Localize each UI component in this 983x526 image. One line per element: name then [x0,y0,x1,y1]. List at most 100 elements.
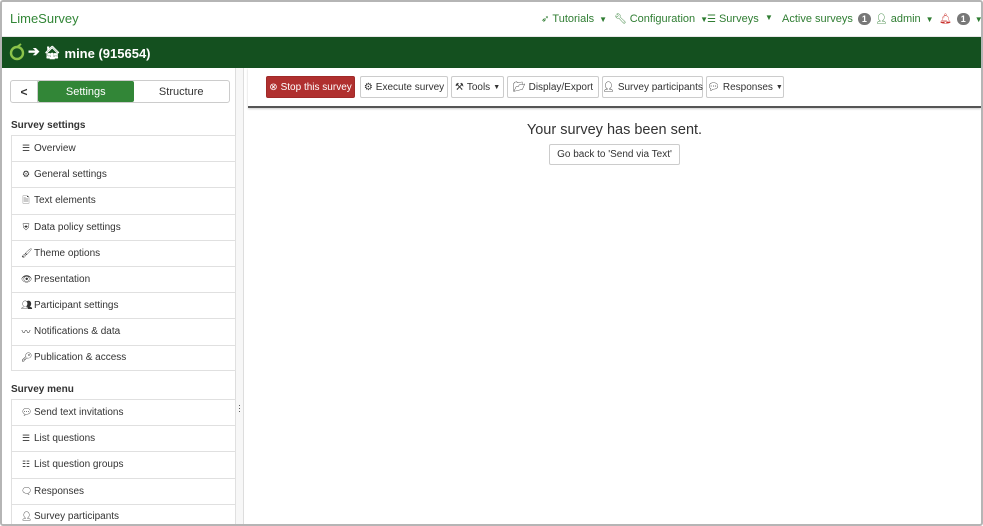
user-icon: 👤︎ [602,81,615,93]
gears-icon: ⚙ [21,169,31,180]
sidebar-item-publication-access[interactable]: 🔑︎ Publication & access [11,344,236,371]
sidebar-item-participant-settings[interactable]: 👥︎ Participant settings [11,292,236,319]
sidebar-item-survey-participants[interactable]: 👤︎ Survey participants [11,503,236,524]
survey-participants-button[interactable]: 👤︎ Survey participants [602,76,703,98]
nav-tutorials[interactable]: ➶ Tutorials ▼ [541,13,607,25]
brand-logo-text[interactable]: LimeSurvey [10,11,79,26]
tab-structure[interactable]: Structure [134,81,230,102]
sidebar-item-label: Theme options [34,247,101,259]
sidebar-item-label: Send text invitations [34,407,124,419]
execute-survey-label: Execute survey [375,81,445,93]
sidebar-item-theme-options[interactable]: 🖌︎ Theme options [11,239,236,266]
user-icon: 👤︎ [21,511,33,522]
sidebar-item-label: List question groups [34,459,124,471]
active-surveys-badge: 1 [857,13,871,25]
collapse-sidebar-button[interactable]: < [11,81,38,102]
top-navbar: LimeSurvey ➶ Tutorials ▼ 🔧︎ Configuratio… [2,2,981,37]
sidebar-item-label: Notifications & data [34,326,121,338]
arrow-right-icon: ➔ [28,43,40,59]
nav-notifications[interactable]: 🔔︎ 1 ▼ [939,13,981,25]
rss-icon: 〰 [21,327,31,338]
nav-surveys-dropdown[interactable]: ▼ [763,13,773,22]
caret-down-icon: ▼ [599,14,608,24]
survey-settings-menu: ☰ Overview ⚙ General settings 🗎︎ Text element… [11,135,236,371]
survey-title-bar: ➔ 🏠︎ mine (915654) [2,37,981,68]
sidebar-item-presentation[interactable]: 👁︎ Presentation [11,265,236,293]
execute-survey-button[interactable]: ⚙ Execute survey [360,76,448,98]
sidebar-item-label: Presentation [34,274,91,286]
survey-participants-label: Survey participants [617,81,703,93]
chevron-left-icon: < [20,84,28,99]
wrench-icon: 🔧︎ [614,13,627,25]
home-icon: 🏠︎ [44,45,61,60]
nav-active-surveys[interactable]: Active surveys 1 [782,13,871,25]
responses-label: Responses [722,81,773,93]
comment-icon: 💬︎ [21,407,33,418]
tools-icon: ⚒ [454,81,464,93]
comment-o-icon: 🗨︎ [21,485,33,496]
file-text-icon: 🗎︎ [22,194,30,205]
survey-settings-heading: Survey settings [11,120,86,131]
sidebar-tab-switcher: < Settings Structure [10,80,230,103]
sidebar-item-label: Text elements [34,195,96,207]
sidebar-item-send-text-invitations[interactable]: 💬︎ Send text invitations [11,399,236,426]
display-export-label: Display/Export [528,81,594,93]
nav-surveys-label: Surveys [718,13,759,25]
sidebar-item-label: Survey participants [34,511,120,523]
rocket-icon: ➶ [541,13,550,25]
stop-survey-button[interactable]: ⊗ Stop this survey [266,76,355,98]
user-icon: 👤︎ [875,13,888,25]
sidebar-resize-handle[interactable]: · · · [236,68,244,524]
eye-icon: 👁︎ [21,274,33,285]
survey-title-link[interactable]: 🏠︎ mine (915654) [44,45,151,61]
success-message: Your survey has been sent. [526,122,703,138]
shield-icon: ⛨ [22,221,30,232]
sidebar-item-label: Publication & access [34,352,127,364]
caret-down-icon: ▼ [493,83,501,91]
sidebar-item-text-elements[interactable]: 🗎︎ Text elements [11,187,236,214]
nav-configuration-label: Configuration [629,13,696,25]
sidebar-item-list-question-groups[interactable]: ☷ List question groups [11,451,236,478]
sidebar-item-overview[interactable]: ☰ Overview [11,135,236,162]
sidebar: < Settings Structure Survey settings ☰ Ov… [2,68,236,524]
survey-title: mine (915654) [64,45,151,61]
survey-toolbar: ⊗ Stop this survey ⚙ Execute survey ⚒ To… [248,68,981,108]
paint-brush-icon: 🖌︎ [21,247,33,258]
sidebar-item-label: General settings [34,169,107,181]
folder-open-icon: 📂︎ [512,81,526,93]
main-content: Your survey has been sent. Go back to 'S… [248,122,981,165]
app-window: LimeSurvey ➶ Tutorials ▼ 🔧︎ Configuratio… [0,0,983,526]
nav-surveys[interactable]: ☰ Surveys [707,13,759,25]
survey-menu-heading: Survey menu [11,384,74,395]
sidebar-item-responses[interactable]: 🗨︎ Responses [11,477,236,504]
list-icon: ☰ [21,433,31,444]
comments-icon: 💬︎ [707,81,720,93]
nav-admin-label: admin [890,13,921,25]
sidebar-item-data-policy-settings[interactable]: ⛨ Data policy settings [11,213,236,240]
nav-tutorials-label: Tutorials [552,13,595,25]
caret-down-icon: ▼ [925,14,934,24]
sidebar-item-notifications-data[interactable]: 〰 Notifications & data [11,318,236,345]
nav-admin[interactable]: 👤︎ admin ▼ [875,13,934,25]
tools-dropdown-button[interactable]: ⚒ Tools ▼ [451,76,504,98]
nav-configuration[interactable]: 🔧︎ Configuration ▼ [614,13,708,25]
tab-settings[interactable]: Settings [38,81,134,102]
sidebar-item-general-settings[interactable]: ⚙ General settings [11,161,236,188]
sidebar-item-label: Participant settings [34,300,119,312]
nav-active-surveys-label: Active surveys [782,13,853,25]
bell-icon: 🔔︎ [939,13,952,25]
tools-label: Tools [466,81,491,93]
drag-handle-icon: · · · [238,400,241,416]
go-back-button[interactable]: Go back to 'Send via Text' [549,144,680,165]
caret-down-icon: ▼ [765,13,773,22]
limesurvey-logo-icon[interactable] [8,43,26,61]
notifications-badge: 1 [956,13,970,25]
sidebar-item-list-questions[interactable]: ☰ List questions [11,425,236,452]
sidebar-item-label: Data policy settings [34,221,121,233]
key-icon: 🔑︎ [21,352,33,363]
display-export-button[interactable]: 📂︎ Display/Export [507,76,599,98]
users-icon: 👥︎ [21,300,33,311]
cog-icon: ⚙ [363,81,373,93]
responses-dropdown-button[interactable]: 💬︎ Responses ▼ [706,76,784,98]
survey-menu: 💬︎ Send text invitations ☰ List questions ☷ L… [11,399,236,524]
